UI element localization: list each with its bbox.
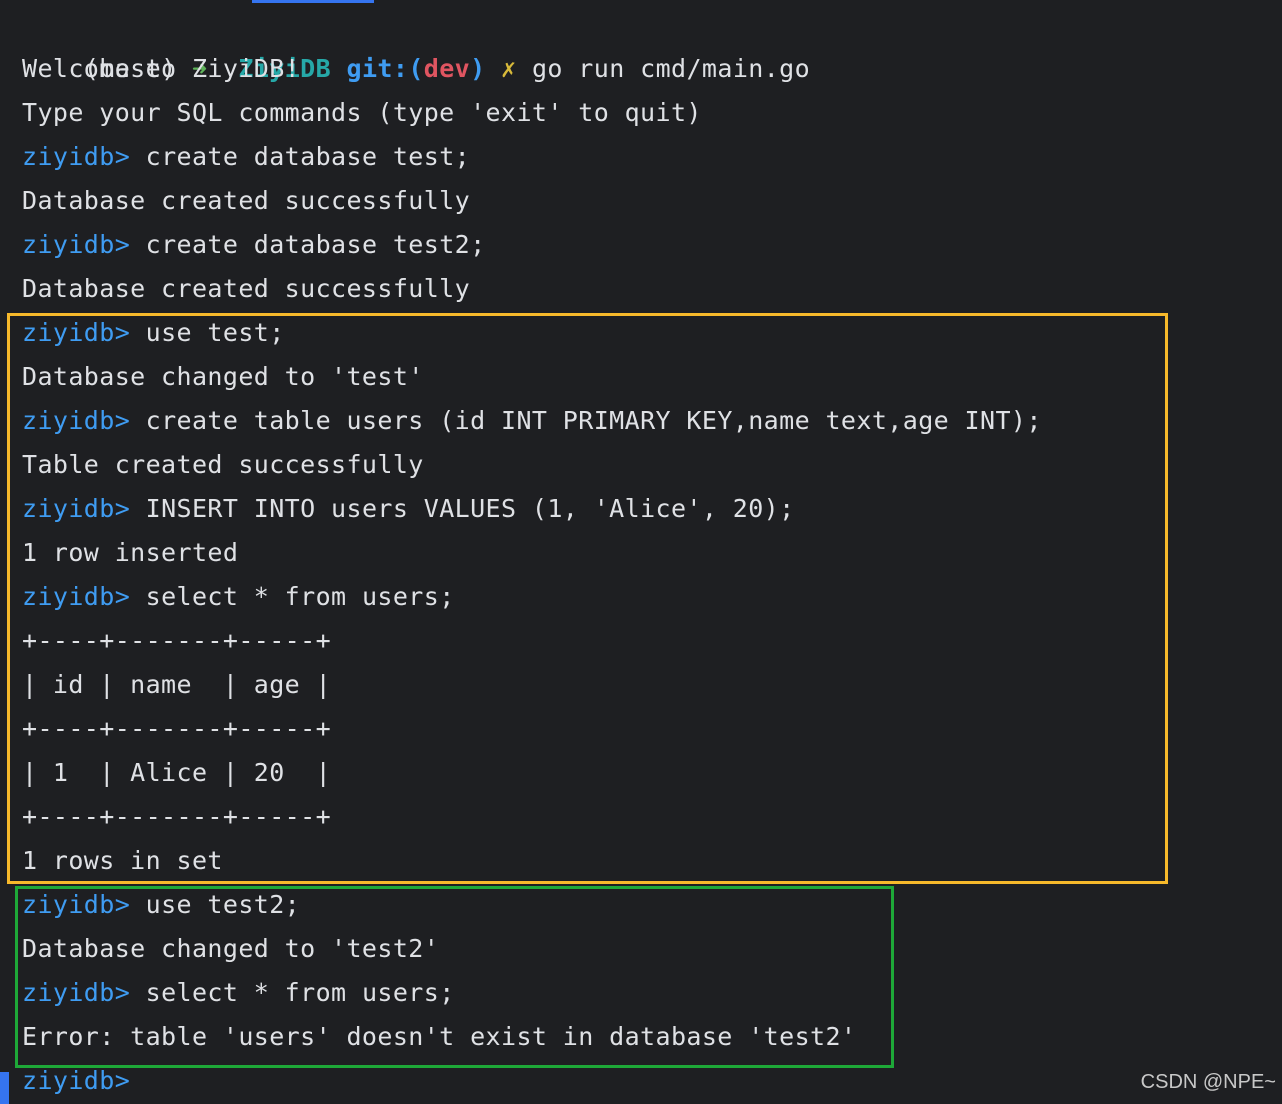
welcome-message: Welcome to ZiyiDB! [22,54,301,83]
output-line: Database created successfully [22,186,471,215]
git-label-close: ) [470,54,486,83]
git-branch: dev [423,54,471,83]
terminal-window[interactable]: (base) ➜ ZiyiDB git:(dev) ✗ go run cmd/m… [0,0,1282,1104]
git-label: git:( [346,54,424,83]
output-line: Database created successfully [22,274,471,303]
cursor-gutter-marker [0,1072,9,1104]
sql-command: create database test2; [145,230,486,259]
ziyidb-prompt: ziyidb> [22,230,146,259]
highlight-box-yellow [7,313,1168,884]
sql-command: create database test; [145,142,471,171]
ziyidb-prompt: ziyidb> [22,1066,146,1095]
ziyidb-prompt: ziyidb> [22,142,146,171]
shell-command: go run cmd/main.go [531,54,811,83]
shell-prompt-line: (base) ➜ ZiyiDB git:(dev) ✗ go run cmd/m… [22,3,810,83]
command-line: ziyidb> create database test; [22,135,470,179]
instructions-message: Type your SQL commands (type 'exit' to q… [22,98,702,127]
dirty-marker-icon: ✗ [501,54,517,83]
highlight-box-green [15,886,894,1068]
command-line: ziyidb> create database test2; [22,223,486,267]
watermark: CSDN @NPE~ [1140,1071,1276,1093]
